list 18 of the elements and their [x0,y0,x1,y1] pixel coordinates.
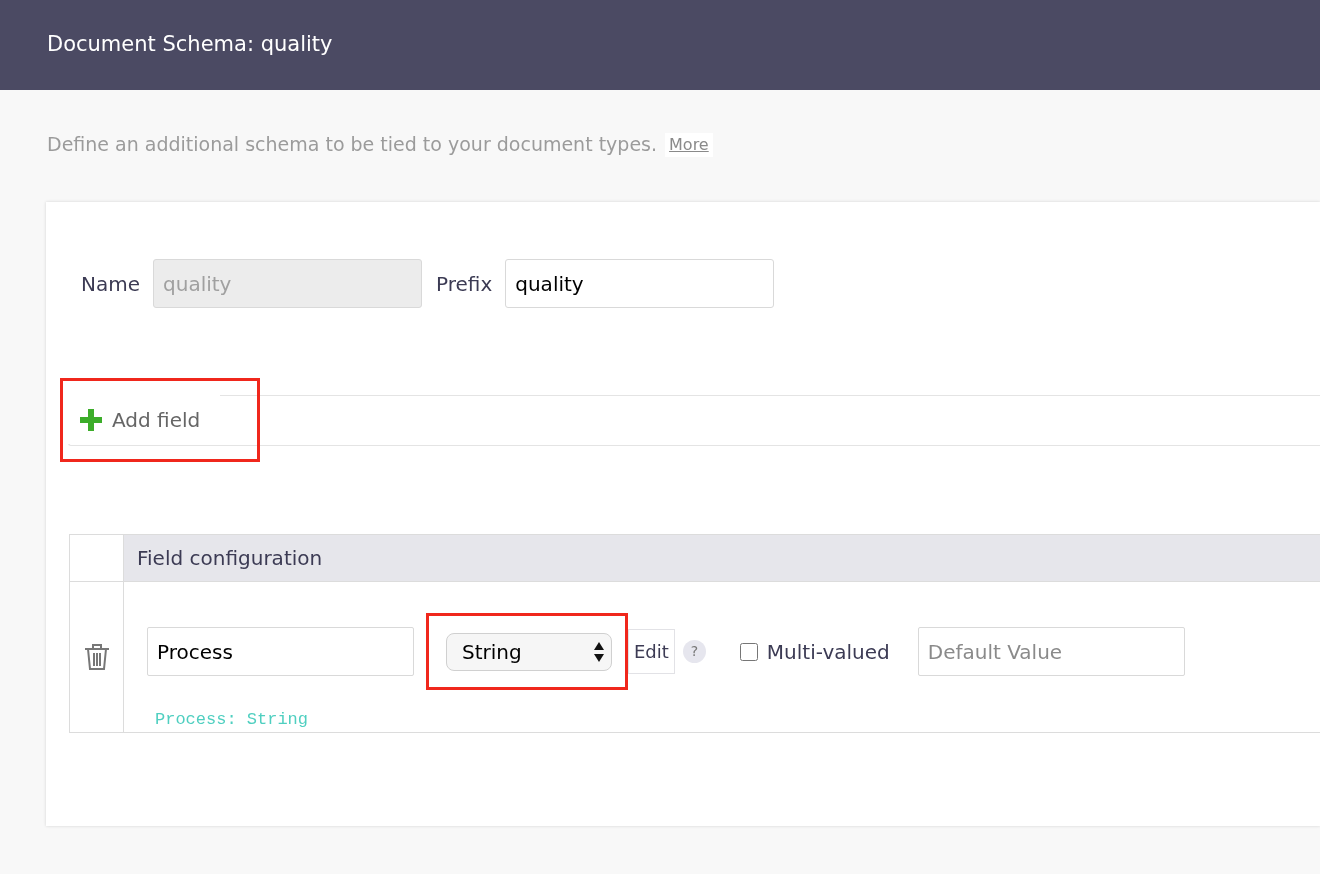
help-icon[interactable]: ? [682,640,706,663]
default-value-input[interactable]: Default Value [917,627,1185,676]
multi-valued-checkbox[interactable] [739,642,758,661]
multi-valued-label: Multi-valued [766,638,890,666]
edit-button[interactable]: Edit [628,629,675,674]
updown-arrows-icon [593,640,605,663]
prefix-field[interactable]: quality [505,259,775,308]
description-text: Define an additional schema to be tied to your document types. [47,132,658,157]
prefix-label: Prefix [436,270,493,298]
field-name-input[interactable]: Process [147,627,414,676]
name-label: Name [81,270,140,298]
page-title: Document Schema: quality [47,31,333,59]
trash-icon[interactable] [83,643,110,671]
add-field-button[interactable]: Add field [68,395,221,444]
field-summary: Process: String [155,709,310,731]
column-header: Field configuration [124,535,1320,581]
plus-icon [80,408,102,431]
type-select[interactable]: String [446,632,612,671]
